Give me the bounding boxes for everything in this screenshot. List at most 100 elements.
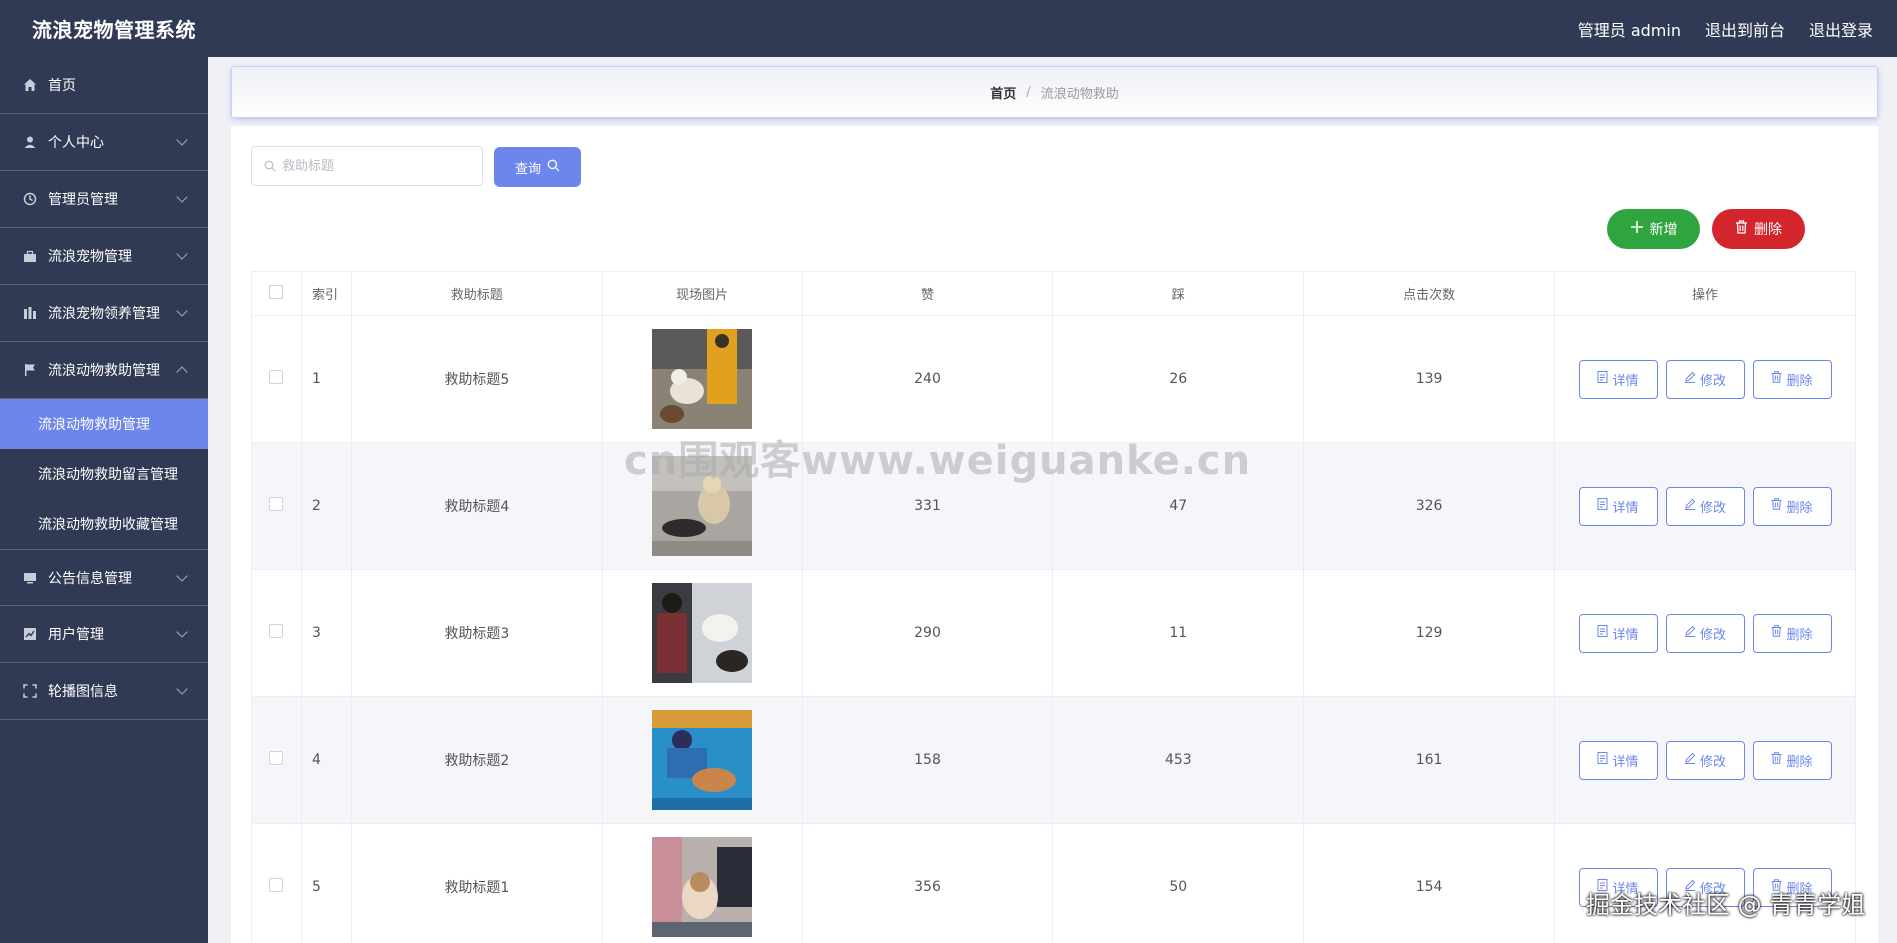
column-header-title: 救助标题 xyxy=(350,271,603,316)
sidebar-item-label: 流浪宠物领养管理 xyxy=(48,306,160,322)
row-title: 救助标题2 xyxy=(350,696,603,824)
row-dislikes: 453 xyxy=(1052,696,1305,824)
edit-button[interactable]: 修改 xyxy=(1665,740,1745,780)
sidebar-subitem-rescue-comments[interactable]: 流浪动物救助留言管理 xyxy=(0,449,208,499)
edit-button[interactable]: 修改 xyxy=(1665,486,1745,526)
detail-button[interactable]: 详情 xyxy=(1578,613,1658,653)
chevron-down-icon xyxy=(176,191,188,203)
rescue-photo[interactable] xyxy=(652,710,753,810)
sidebar-item-carousel-info[interactable]: 轮播图信息 xyxy=(0,663,208,720)
select-all-checkbox[interactable] xyxy=(269,284,284,299)
user-icon xyxy=(22,134,38,150)
sidebar-item-admin-management[interactable]: 管理员管理 xyxy=(0,171,208,228)
edit-label: 修改 xyxy=(1699,754,1726,770)
trash-icon xyxy=(1771,625,1782,641)
corner-watermark: 掘金技术社区 @ 青青学姐 xyxy=(1586,891,1866,919)
detail-button[interactable]: 详情 xyxy=(1578,486,1658,526)
sidebar-item-label: 流浪宠物管理 xyxy=(48,249,132,265)
document-icon xyxy=(1597,752,1608,768)
table-row: 4 救助标题2 158 453 161 详情 修改 删除 xyxy=(251,696,1856,824)
pencil-icon xyxy=(1684,752,1696,768)
logout-link[interactable]: 退出登录 xyxy=(1809,17,1873,41)
chevron-down-icon xyxy=(176,683,188,695)
row-index: 2 xyxy=(300,442,352,570)
table-header-row: 索引 救助标题 现场图片 赞 踩 点击次数 操作 xyxy=(251,271,1856,316)
delete-button[interactable]: 删除 xyxy=(1752,359,1832,399)
front-end-link[interactable]: 退出到前台 xyxy=(1705,17,1785,41)
column-header-likes: 赞 xyxy=(801,271,1054,316)
row-checkbox[interactable] xyxy=(269,370,284,384)
sidebar-item-user-management[interactable]: 用户管理 xyxy=(0,606,208,663)
query-button-label: 查询 xyxy=(514,161,541,177)
row-clicks: 129 xyxy=(1303,569,1555,697)
row-checkbox[interactable] xyxy=(269,878,284,892)
row-index: 4 xyxy=(300,696,352,824)
row-likes: 290 xyxy=(801,569,1054,697)
row-title: 救助标题3 xyxy=(350,569,603,697)
row-select-cell xyxy=(251,823,302,943)
row-checkbox[interactable] xyxy=(269,624,284,638)
chevron-down-icon xyxy=(176,134,188,146)
plus-icon xyxy=(1630,220,1644,238)
delete-button[interactable]: 删除 xyxy=(1752,613,1832,653)
row-checkbox[interactable] xyxy=(269,751,284,765)
sidebar-item-rescue-management[interactable]: 流浪动物救助管理 xyxy=(0,342,208,399)
breadcrumb-home[interactable]: 首页 xyxy=(990,83,1016,102)
detail-button[interactable]: 详情 xyxy=(1578,740,1658,780)
column-header-clicks: 点击次数 xyxy=(1303,271,1555,316)
sidebar-item-label: 个人中心 xyxy=(48,135,104,151)
row-actions-cell: 详情 修改 删除 xyxy=(1554,696,1856,824)
home-icon xyxy=(22,77,38,93)
sidebar-item-announcement-management[interactable]: 公告信息管理 xyxy=(0,549,208,606)
batch-delete-button[interactable]: 删除 xyxy=(1712,209,1805,249)
header-links: 管理员 admin 退出到前台 退出登录 xyxy=(1578,17,1873,41)
row-index: 3 xyxy=(300,569,352,697)
row-dislikes: 26 xyxy=(1052,315,1305,443)
app-title: 流浪宠物管理系统 xyxy=(32,18,196,42)
sidebar-item-personal-center[interactable]: 个人中心 xyxy=(0,114,208,171)
delete-button[interactable]: 删除 xyxy=(1752,740,1832,780)
row-index: 5 xyxy=(300,823,352,943)
admin-user-label[interactable]: 管理员 admin xyxy=(1578,17,1681,41)
detail-button[interactable]: 详情 xyxy=(1578,359,1658,399)
sidebar-item-label: 管理员管理 xyxy=(48,192,118,208)
add-button-label: 新增 xyxy=(1649,222,1678,238)
edit-button[interactable]: 修改 xyxy=(1665,359,1745,399)
row-clicks: 326 xyxy=(1303,442,1555,570)
sidebar-item-home[interactable]: 首页 xyxy=(0,57,208,114)
column-header-photo: 现场图片 xyxy=(601,271,803,316)
rescue-photo[interactable] xyxy=(652,329,753,429)
main-panel: 查询 新增 删除 索引 救助标题 现场图片 赞 踩 点击次数 操作 xyxy=(231,126,1878,943)
detail-label: 详情 xyxy=(1612,373,1639,389)
table-row: 5 救助标题1 356 50 154 详情 修改 删除 xyxy=(251,823,1856,943)
trash-icon xyxy=(1771,498,1782,514)
sidebar-subitem-rescue-favorites[interactable]: 流浪动物救助收藏管理 xyxy=(0,499,208,549)
sidebar-item-adoption-management[interactable]: 流浪宠物领养管理 xyxy=(0,285,208,342)
pencil-icon xyxy=(1684,625,1696,641)
edit-button[interactable]: 修改 xyxy=(1665,613,1745,653)
sidebar-item-label: 轮播图信息 xyxy=(48,684,118,700)
detail-label: 详情 xyxy=(1612,627,1639,643)
delete-label: 删除 xyxy=(1786,373,1813,389)
query-button[interactable]: 查询 xyxy=(494,147,581,187)
add-button[interactable]: 新增 xyxy=(1607,209,1700,249)
document-icon xyxy=(1597,498,1608,514)
search-input[interactable] xyxy=(282,158,472,174)
sidebar-item-stray-pet-management[interactable]: 流浪宠物管理 xyxy=(0,228,208,285)
sidebar-subitem-rescue[interactable]: 流浪动物救助管理 xyxy=(0,399,208,449)
sidebar-item-label: 用户管理 xyxy=(48,627,104,643)
detail-label: 详情 xyxy=(1612,754,1639,770)
delete-button[interactable]: 删除 xyxy=(1752,486,1832,526)
trash-icon xyxy=(1771,752,1782,768)
row-photo-cell xyxy=(601,315,803,443)
row-title: 救助标题5 xyxy=(350,315,603,443)
edit-label: 修改 xyxy=(1699,627,1726,643)
search-box[interactable] xyxy=(251,146,483,186)
line-chart-icon xyxy=(22,626,38,642)
document-icon xyxy=(1597,625,1608,641)
rescue-photo[interactable] xyxy=(652,837,753,937)
chevron-down-icon xyxy=(176,248,188,260)
row-checkbox[interactable] xyxy=(269,497,284,511)
sidebar-item-label: 流浪动物救助管理 xyxy=(48,363,160,379)
rescue-photo[interactable] xyxy=(652,583,753,683)
